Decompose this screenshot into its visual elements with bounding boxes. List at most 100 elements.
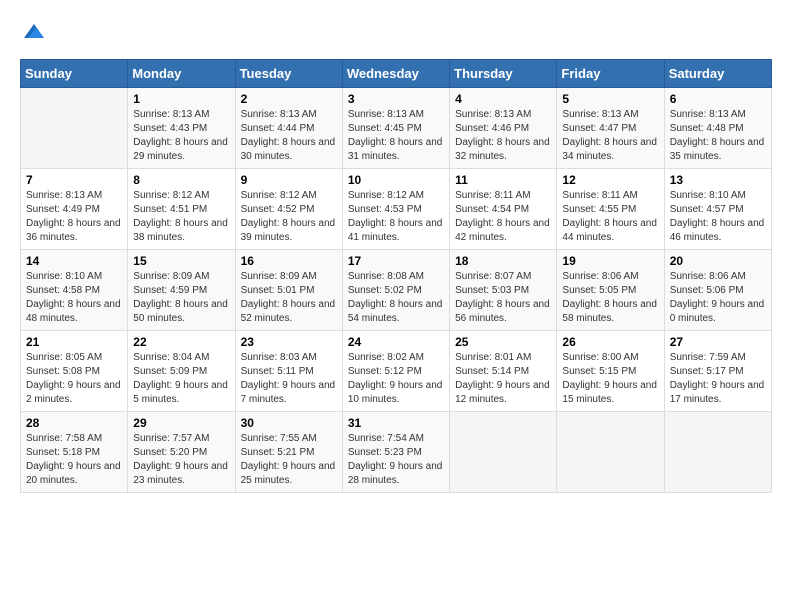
day-number: 19 <box>562 254 658 268</box>
weekday-header: Saturday <box>664 60 771 88</box>
day-info: Sunrise: 7:54 AMSunset: 5:23 PMDaylight:… <box>348 432 444 488</box>
logo <box>20 20 46 49</box>
calendar-week-row: 28 Sunrise: 7:58 AMSunset: 5:18 PMDayligh… <box>21 412 772 493</box>
day-info: Sunrise: 8:00 AMSunset: 5:15 PMDaylight:… <box>562 351 658 407</box>
calendar-cell: 20 Sunrise: 8:06 AMSunset: 5:06 PMDayligh… <box>664 250 771 331</box>
calendar-cell: 4Sunrise: 8:13 AMSunset: 4:46 PMDaylight… <box>450 88 557 169</box>
calendar-cell: 11Sunrise: 8:11 AMSunset: 4:54 PMDayligh… <box>450 169 557 250</box>
day-number: 3 <box>348 92 444 106</box>
day-number: 9 <box>241 173 337 187</box>
day-info: Sunrise: 8:12 AMSunset: 4:53 PMDaylight:… <box>348 189 444 245</box>
calendar-cell: 17Sunrise: 8:08 AMSunset: 5:02 PMDayligh… <box>342 250 449 331</box>
calendar-cell: 13 Sunrise: 8:10 AMSunset: 4:57 PMDayligh… <box>664 169 771 250</box>
calendar-cell: 18Sunrise: 8:07 AMSunset: 5:03 PMDayligh… <box>450 250 557 331</box>
calendar-cell: 21 Sunrise: 8:05 AMSunset: 5:08 PMDayligh… <box>21 331 128 412</box>
day-number: 2 <box>241 92 337 106</box>
day-info: Sunrise: 7:57 AMSunset: 5:20 PMDaylight:… <box>133 432 229 488</box>
day-info: Sunrise: 8:09 AMSunset: 5:01 PMDaylight:… <box>241 270 337 326</box>
day-info: Sunrise: 8:07 AMSunset: 5:03 PMDaylight:… <box>455 270 551 326</box>
logo-icon <box>22 20 46 44</box>
day-number: 7 <box>26 173 122 187</box>
calendar-cell: 23 Sunrise: 8:03 AMSunset: 5:11 PMDayligh… <box>235 331 342 412</box>
day-number: 21 <box>26 335 122 349</box>
calendar-cell: 25 Sunrise: 8:01 AMSunset: 5:14 PMDayligh… <box>450 331 557 412</box>
calendar-cell: 26 Sunrise: 8:00 AMSunset: 5:15 PMDayligh… <box>557 331 664 412</box>
day-info: Sunrise: 8:04 AMSunset: 5:09 PMDaylight:… <box>133 351 229 407</box>
calendar-cell: 16 Sunrise: 8:09 AMSunset: 5:01 PMDayligh… <box>235 250 342 331</box>
day-number: 26 <box>562 335 658 349</box>
calendar-table: SundayMondayTuesdayWednesdayThursdayFrid… <box>20 59 772 493</box>
weekday-header: Tuesday <box>235 60 342 88</box>
day-info: Sunrise: 8:02 AMSunset: 5:12 PMDaylight:… <box>348 351 444 407</box>
day-info: Sunrise: 8:09 AMSunset: 4:59 PMDaylight:… <box>133 270 229 326</box>
day-number: 24 <box>348 335 444 349</box>
day-number: 15 <box>133 254 229 268</box>
calendar-cell: 14Sunrise: 8:10 AMSunset: 4:58 PMDayligh… <box>21 250 128 331</box>
day-info: Sunrise: 8:06 AMSunset: 5:05 PMDaylight:… <box>562 270 658 326</box>
calendar-cell: 8 Sunrise: 8:12 AMSunset: 4:51 PMDaylight… <box>128 169 235 250</box>
day-number: 22 <box>133 335 229 349</box>
calendar-cell <box>450 412 557 493</box>
day-info: Sunrise: 8:06 AMSunset: 5:06 PMDaylight:… <box>670 270 766 326</box>
calendar-cell: 1 Sunrise: 8:13 AMSunset: 4:43 PMDaylight… <box>128 88 235 169</box>
calendar-cell: 2 Sunrise: 8:13 AMSunset: 4:44 PMDaylight… <box>235 88 342 169</box>
day-number: 25 <box>455 335 551 349</box>
day-info: Sunrise: 8:11 AMSunset: 4:55 PMDaylight:… <box>562 189 658 245</box>
day-info: Sunrise: 8:13 AMSunset: 4:46 PMDaylight:… <box>455 108 551 164</box>
day-info: Sunrise: 8:10 AMSunset: 4:57 PMDaylight:… <box>670 189 766 245</box>
calendar-cell <box>664 412 771 493</box>
calendar-week-row: 7 Sunrise: 8:13 AMSunset: 4:49 PMDaylight… <box>21 169 772 250</box>
calendar-week-row: 21 Sunrise: 8:05 AMSunset: 5:08 PMDayligh… <box>21 331 772 412</box>
day-number: 10 <box>348 173 444 187</box>
calendar-cell: 28 Sunrise: 7:58 AMSunset: 5:18 PMDayligh… <box>21 412 128 493</box>
day-number: 1 <box>133 92 229 106</box>
day-info: Sunrise: 8:03 AMSunset: 5:11 PMDaylight:… <box>241 351 337 407</box>
day-number: 12 <box>562 173 658 187</box>
day-number: 14 <box>26 254 122 268</box>
day-number: 6 <box>670 92 766 106</box>
calendar-cell <box>557 412 664 493</box>
day-number: 31 <box>348 416 444 430</box>
day-info: Sunrise: 8:13 AMSunset: 4:47 PMDaylight:… <box>562 108 658 164</box>
day-number: 17 <box>348 254 444 268</box>
weekday-header: Sunday <box>21 60 128 88</box>
calendar-cell <box>21 88 128 169</box>
calendar-cell: 12 Sunrise: 8:11 AMSunset: 4:55 PMDayligh… <box>557 169 664 250</box>
day-info: Sunrise: 8:05 AMSunset: 5:08 PMDaylight:… <box>26 351 122 407</box>
day-number: 16 <box>241 254 337 268</box>
day-number: 13 <box>670 173 766 187</box>
calendar-cell: 22 Sunrise: 8:04 AMSunset: 5:09 PMDayligh… <box>128 331 235 412</box>
day-info: Sunrise: 8:11 AMSunset: 4:54 PMDaylight:… <box>455 189 551 245</box>
day-info: Sunrise: 8:13 AMSunset: 4:44 PMDaylight:… <box>241 108 337 164</box>
day-info: Sunrise: 8:13 AMSunset: 4:43 PMDaylight:… <box>133 108 229 164</box>
day-number: 8 <box>133 173 229 187</box>
weekday-header: Monday <box>128 60 235 88</box>
calendar-header-row: SundayMondayTuesdayWednesdayThursdayFrid… <box>21 60 772 88</box>
day-info: Sunrise: 8:01 AMSunset: 5:14 PMDaylight:… <box>455 351 551 407</box>
calendar-cell: 19 Sunrise: 8:06 AMSunset: 5:05 PMDayligh… <box>557 250 664 331</box>
page-header <box>20 20 772 49</box>
calendar-cell: 30Sunrise: 7:55 AMSunset: 5:21 PMDayligh… <box>235 412 342 493</box>
day-number: 23 <box>241 335 337 349</box>
calendar-cell: 24 Sunrise: 8:02 AMSunset: 5:12 PMDayligh… <box>342 331 449 412</box>
day-info: Sunrise: 7:58 AMSunset: 5:18 PMDaylight:… <box>26 432 122 488</box>
day-info: Sunrise: 8:13 AMSunset: 4:49 PMDaylight:… <box>26 189 122 245</box>
weekday-header: Wednesday <box>342 60 449 88</box>
calendar-week-row: 14Sunrise: 8:10 AMSunset: 4:58 PMDayligh… <box>21 250 772 331</box>
calendar-cell: 9 Sunrise: 8:12 AMSunset: 4:52 PMDaylight… <box>235 169 342 250</box>
day-info: Sunrise: 7:59 AMSunset: 5:17 PMDaylight:… <box>670 351 766 407</box>
day-info: Sunrise: 8:12 AMSunset: 4:51 PMDaylight:… <box>133 189 229 245</box>
calendar-cell: 15 Sunrise: 8:09 AMSunset: 4:59 PMDayligh… <box>128 250 235 331</box>
day-info: Sunrise: 8:12 AMSunset: 4:52 PMDaylight:… <box>241 189 337 245</box>
day-number: 27 <box>670 335 766 349</box>
day-info: Sunrise: 8:13 AMSunset: 4:48 PMDaylight:… <box>670 108 766 164</box>
calendar-cell: 7 Sunrise: 8:13 AMSunset: 4:49 PMDaylight… <box>21 169 128 250</box>
calendar-cell: 5 Sunrise: 8:13 AMSunset: 4:47 PMDaylight… <box>557 88 664 169</box>
day-info: Sunrise: 7:55 AMSunset: 5:21 PMDaylight:… <box>241 432 337 488</box>
weekday-header: Friday <box>557 60 664 88</box>
day-number: 28 <box>26 416 122 430</box>
day-info: Sunrise: 8:13 AMSunset: 4:45 PMDaylight:… <box>348 108 444 164</box>
calendar-cell: 6 Sunrise: 8:13 AMSunset: 4:48 PMDaylight… <box>664 88 771 169</box>
day-number: 5 <box>562 92 658 106</box>
day-number: 20 <box>670 254 766 268</box>
